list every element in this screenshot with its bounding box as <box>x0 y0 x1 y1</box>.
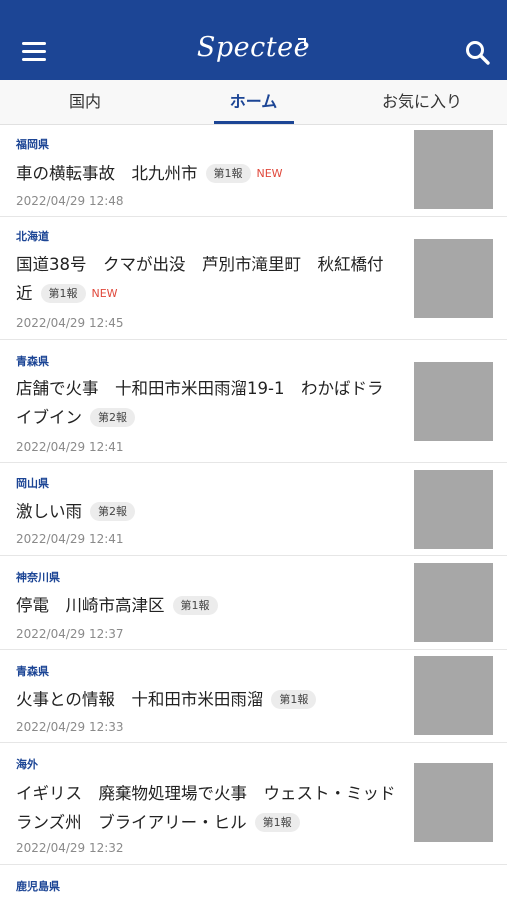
news-title-text: 店舗で火事 十和田市米田雨溜19-1 わかばドライブイン <box>16 379 384 427</box>
report-badge: 第1報 <box>40 284 86 303</box>
news-prefecture: 鹿児島県 <box>16 880 60 893</box>
news-item[interactable]: 青森県 店舗で火事 十和田市米田雨溜19-1 わかばドライブイン 第2報 2022… <box>0 340 507 463</box>
news-title: イギリス 廃棄物処理場で火事 ウェスト・ミッドランズ州 ブライアリー・ヒル 第1報 <box>16 779 398 837</box>
tab-home[interactable]: ホーム <box>170 80 337 124</box>
news-timestamp: 2022/04/29 12:48 <box>16 194 124 208</box>
news-thumbnail <box>414 362 493 441</box>
news-title-text: イギリス 廃棄物処理場で火事 ウェスト・ミッドランズ州 ブライアリー・ヒル <box>16 784 396 832</box>
news-title: 国道38号 クマが出没 芦別市滝里町 秋紅橋付近 第1報 NEW <box>16 250 398 308</box>
news-title-text: 車の横転事故 北九州市 <box>16 164 198 183</box>
tab-domestic[interactable]: 国内 <box>0 80 170 124</box>
news-title: 停電 川崎市高津区 第1報 <box>16 591 398 620</box>
report-badge: 第1報 <box>172 596 218 615</box>
news-title: 激しい雨 第2報 <box>16 497 398 526</box>
search-icon[interactable] <box>464 38 494 68</box>
news-timestamp: 2022/04/29 12:37 <box>16 627 124 641</box>
app-logo: Spectee <box>196 32 311 63</box>
report-badge: 第2報 <box>90 502 135 521</box>
news-thumbnail <box>414 563 493 642</box>
logo-accent-icon <box>298 38 306 46</box>
news-thumbnail <box>414 763 493 842</box>
news-title: 店舗で火事 十和田市米田雨溜19-1 わかばドライブイン 第2報 <box>16 374 398 432</box>
report-badge: 第1報 <box>205 164 251 183</box>
news-thumbnail <box>414 470 493 549</box>
news-thumbnail <box>414 656 493 735</box>
news-item[interactable]: 北海道 国道38号 クマが出没 芦別市滝里町 秋紅橋付近 第1報 NEW 2022/… <box>0 217 507 340</box>
news-prefecture: 北海道 <box>16 230 49 243</box>
news-prefecture: 岡山県 <box>16 477 49 490</box>
news-prefecture: 神奈川県 <box>16 571 60 584</box>
news-prefecture: 青森県 <box>16 665 49 678</box>
news-title-text: 停電 川崎市高津区 <box>16 596 165 615</box>
news-item[interactable]: 青森県 火事との情報 十和田市米田雨溜 第1報 2022/04/29 12:33 <box>0 650 507 743</box>
new-label: NEW <box>91 287 118 300</box>
news-item[interactable]: 福岡県 車の横転事故 北九州市 第1報 NEW 2022/04/29 12:48 <box>0 125 507 217</box>
news-timestamp: 2022/04/29 12:41 <box>16 532 124 546</box>
news-item[interactable]: 神奈川県 停電 川崎市高津区 第1報 2022/04/29 12:37 <box>0 556 507 650</box>
news-item[interactable]: 海外 イギリス 廃棄物処理場で火事 ウェスト・ミッドランズ州 ブライアリー・ヒル… <box>0 743 507 865</box>
tab-bar: 国内 ホーム お気に入り <box>0 80 507 125</box>
news-timestamp: 2022/04/29 12:33 <box>16 720 124 734</box>
news-thumbnail <box>414 239 493 318</box>
news-thumbnail <box>414 130 493 209</box>
new-label: NEW <box>256 167 283 180</box>
news-item[interactable]: 岡山県 激しい雨 第2報 2022/04/29 12:41 <box>0 463 507 556</box>
news-title-text: 激しい雨 <box>16 502 82 521</box>
news-title-text: 火事との情報 十和田市米田雨溜 <box>16 690 264 709</box>
app-header: Spectee <box>0 0 507 80</box>
report-badge: 第2報 <box>90 408 135 427</box>
report-badge: 第1報 <box>271 690 317 709</box>
news-timestamp: 2022/04/29 12:45 <box>16 316 124 330</box>
news-title: 火事との情報 十和田市米田雨溜 第1報 <box>16 685 398 714</box>
tab-favorites[interactable]: お気に入り <box>337 80 507 124</box>
news-prefecture: 青森県 <box>16 355 49 368</box>
active-tab-indicator <box>214 121 294 124</box>
news-prefecture: 海外 <box>16 758 38 771</box>
news-timestamp: 2022/04/29 12:41 <box>16 440 124 454</box>
report-badge: 第1報 <box>254 813 300 832</box>
news-title: 車の横転事故 北九州市 第1報 NEW <box>16 159 398 188</box>
news-prefecture: 福岡県 <box>16 138 49 151</box>
news-item[interactable]: 鹿児島県 <box>0 865 507 905</box>
news-timestamp: 2022/04/29 12:32 <box>16 841 124 855</box>
